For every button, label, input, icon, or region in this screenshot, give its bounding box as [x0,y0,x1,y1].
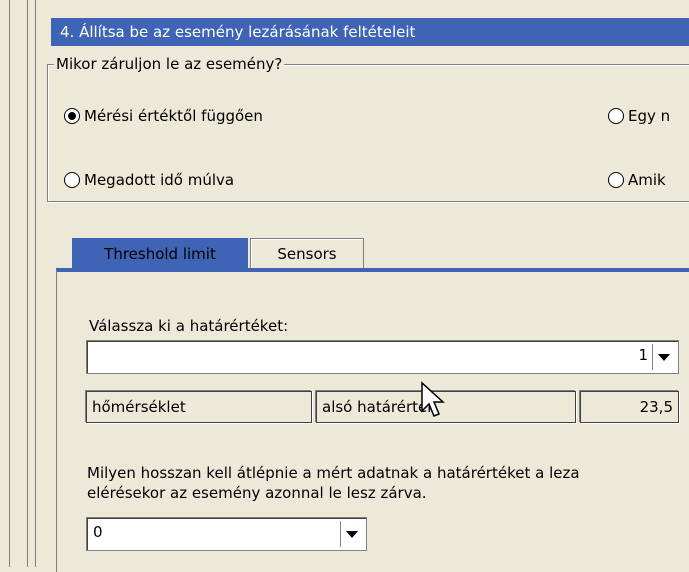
sensor-field: hőmérséklet [86,391,312,423]
threshold-select-label: Válassza ki a határértéket: [89,317,289,335]
threshold-select-value: 1 [638,346,648,364]
radio-indicator [64,108,80,124]
tab-threshold-limit[interactable]: Threshold limit [72,238,248,268]
chevron-down-icon [346,530,358,538]
radio-time-elapsed[interactable]: Megadott idő múlva [64,171,234,189]
threshold-select[interactable]: 1 [86,340,679,374]
window-border-inner [27,0,28,567]
radio-option-2[interactable]: Egy n [608,107,670,125]
radio-label: Mérési értéktől függően [84,107,263,125]
threshold-dropdown-button[interactable] [652,344,675,370]
radio-indicator [64,172,80,188]
window-border-left [9,0,10,567]
radio-option-4[interactable]: Amik [608,171,666,189]
group-label: Mikor záruljon le az esemény? [54,55,285,73]
radio-measurement[interactable]: Mérési értéktől függően [64,107,263,125]
duration-select[interactable]: 0 [86,517,367,551]
tab-sensors[interactable]: Sensors [250,238,364,268]
limit-type-field: alsó határérték [316,391,576,423]
window-border-inner-2 [35,0,36,567]
radio-label: Megadott idő múlva [84,171,235,189]
step-title: 4. Állítsa be az esemény lezárásának fel… [51,18,689,46]
radio-label: Amik [628,171,666,189]
duration-dropdown-button[interactable] [340,521,363,547]
mouse-cursor-icon [421,381,445,417]
duration-text-line2: elérésekor az esemény azonnal le lesz zá… [87,484,427,502]
duration-select-value: 0 [93,523,103,541]
limit-value-field: 23,5 [580,391,679,423]
radio-indicator [608,172,624,188]
radio-indicator [608,108,624,124]
duration-description: Milyen hosszan kell átlépnie a mért adat… [87,463,687,503]
chevron-down-icon [658,353,670,361]
radio-label: Egy n [628,107,671,125]
duration-text-line1: Milyen hosszan kell átlépnie a mért adat… [87,464,580,482]
